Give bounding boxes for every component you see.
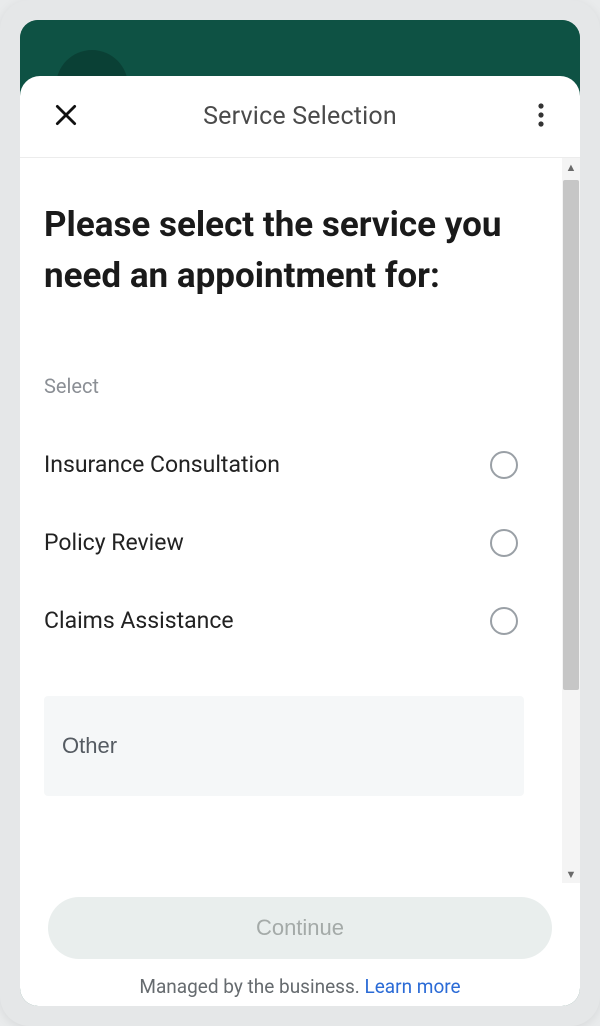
radio-unchecked-icon (490, 451, 518, 479)
learn-more-link[interactable]: Learn more (365, 975, 461, 998)
prompt-heading: Please select the service you need an ap… (44, 200, 514, 302)
page-title: Service Selection (203, 102, 397, 131)
close-button[interactable] (46, 97, 86, 137)
managed-by-text: Managed by the business. Learn more (48, 975, 552, 998)
continue-button[interactable]: Continue (48, 897, 552, 959)
device-frame: Service Selection Please select the serv… (0, 0, 600, 1026)
topbar: Service Selection (20, 76, 580, 158)
option-policy-review[interactable]: Policy Review (44, 504, 532, 582)
option-label: Claims Assistance (44, 607, 234, 634)
modal-sheet: Service Selection Please select the serv… (20, 76, 580, 1006)
section-label: Select (44, 374, 532, 398)
scrollbar[interactable]: ▲ ▼ (562, 158, 580, 883)
more-vert-icon (538, 103, 544, 131)
radio-unchecked-icon (490, 607, 518, 635)
scrollbar-up-icon[interactable]: ▲ (564, 160, 578, 174)
content: Please select the service you need an ap… (20, 158, 562, 883)
scrollbar-down-icon[interactable]: ▼ (564, 867, 578, 881)
option-label: Insurance Consultation (44, 451, 280, 478)
other-input[interactable] (62, 733, 506, 759)
device-inner: Service Selection Please select the serv… (20, 20, 580, 1006)
option-label: Policy Review (44, 529, 184, 556)
managed-label: Managed by the business. (139, 975, 364, 998)
option-insurance-consultation[interactable]: Insurance Consultation (44, 426, 532, 504)
other-input-container[interactable] (44, 696, 524, 796)
scrollbar-thumb[interactable] (563, 180, 579, 690)
footer: Continue Managed by the business. Learn … (20, 883, 580, 1006)
scroll-area: Please select the service you need an ap… (20, 158, 580, 883)
close-icon (53, 102, 79, 132)
option-claims-assistance[interactable]: Claims Assistance (44, 582, 532, 660)
radio-unchecked-icon (490, 529, 518, 557)
more-menu-button[interactable] (526, 97, 556, 137)
options-list: Insurance Consultation Policy Review Cla… (44, 426, 532, 660)
